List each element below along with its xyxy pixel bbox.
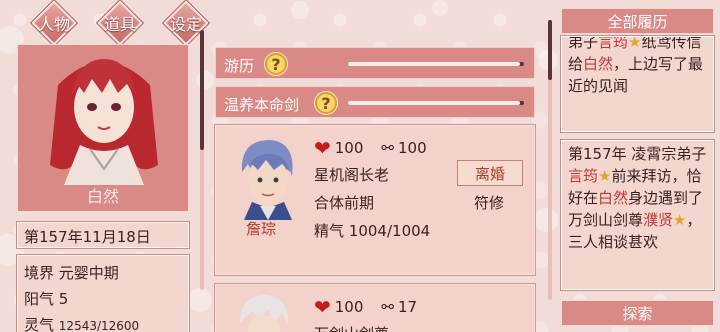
affection-value: 100 — [334, 139, 364, 157]
jing-label: 精气 — [314, 222, 345, 240]
log-entry: 弟子言筠★纸鸢传信给白然，上边写了最近的见闻 — [561, 36, 714, 132]
highlighted-name: 白然 — [583, 55, 614, 73]
partner-card[interactable]: ❤ 100 ⚯ 17 万剑山剑尊 — [215, 284, 535, 332]
yang-value: 5 — [58, 290, 69, 308]
log-entry-text: 第157年 凌霄宗弟子言筠★前来拜访，恰好在白然身边遇到了万剑山剑尊濮贤★，三人… — [568, 143, 707, 253]
explore-button[interactable]: 探索 — [561, 300, 714, 326]
partner-jing-row: 精气 1004/1004 — [314, 220, 430, 241]
highlighted-name: 言筠 — [568, 167, 599, 185]
heart-icon: ❤ — [314, 136, 331, 160]
activity-progress-fill — [348, 101, 521, 105]
current-date: 第157年11月18日 — [24, 228, 151, 246]
bond-ring-icon: ⚯ — [381, 298, 394, 316]
log-scrollbar-thumb[interactable] — [548, 20, 552, 80]
star-icon: ★ — [628, 36, 642, 51]
stats-panel: 境界 元婴中期 阳气 5 灵气 12543/12600 — [17, 255, 189, 332]
middle-scrollbar-thumb[interactable] — [200, 30, 204, 150]
activity-row-sword[interactable]: 温养本命剑 ? — [215, 86, 535, 118]
partner-portrait-image — [241, 140, 293, 220]
realm-label: 境界 — [24, 264, 55, 282]
character-name: 白然 — [86, 187, 119, 206]
activity-progress-track — [348, 101, 524, 105]
tab-settings-label: 设定 — [169, 15, 202, 34]
star-icon: ★ — [598, 167, 612, 185]
tab-character-label: 人物 — [37, 15, 70, 34]
log-entry-text: 弟子言筠★纸鸢传信给白然，上边写了最近的见闻 — [568, 36, 707, 97]
affection-row: ❤ 100 ⚯ 100 — [314, 136, 427, 160]
tab-character[interactable]: 人物 — [26, 0, 82, 46]
yang-row: 阳气 5 — [24, 288, 68, 309]
character-portrait[interactable]: 白然 — [17, 44, 189, 212]
partner-portrait-image — [240, 295, 289, 332]
activity-row-travel[interactable]: 游历 ? — [215, 47, 535, 79]
activity-progress-track — [348, 62, 524, 66]
realm-value: 元婴中期 — [58, 264, 119, 282]
tab-items[interactable]: 道具 — [92, 0, 148, 46]
highlighted-name: 言筠 — [598, 36, 629, 51]
activity-progress-fill — [348, 62, 521, 66]
partner-realm: 合体前期 — [314, 194, 375, 212]
date-panel: 第157年11月18日 — [17, 222, 189, 248]
partner-title: 万剑山剑尊 — [314, 323, 389, 332]
help-icon[interactable]: ? — [314, 91, 338, 115]
help-icon[interactable]: ? — [264, 52, 288, 76]
jing-value: 1004/1004 — [348, 222, 431, 240]
star-icon: ★ — [673, 211, 687, 229]
highlighted-name: 濮贤 — [643, 211, 674, 229]
heart-icon: ❤ — [314, 295, 331, 319]
partner-name: 詹琮 — [246, 220, 277, 238]
highlighted-name: 白然 — [598, 189, 629, 207]
bond-value: 100 — [397, 139, 427, 157]
ling-label: 灵气 — [24, 316, 55, 332]
affection-row: ❤ 100 ⚯ 17 — [314, 295, 417, 319]
log-text: 第157年 凌霄宗弟子 — [568, 145, 707, 163]
tab-items-label: 道具 — [103, 15, 136, 34]
history-all-button[interactable]: 全部履历 — [561, 8, 714, 34]
affection-value: 100 — [334, 298, 364, 316]
log-text: 弟子 — [568, 36, 599, 51]
bond-value: 17 — [397, 298, 418, 316]
ling-row: 灵气 12543/12600 — [24, 314, 139, 332]
ling-value: 12543/12600 — [58, 319, 140, 332]
divorce-button[interactable]: 离婚 — [457, 160, 523, 186]
character-portrait-image — [50, 59, 158, 185]
partner-title: 星机阁长老 — [314, 166, 390, 184]
partner-card[interactable]: 詹琮 ❤ 100 ⚯ 100 星机阁长老 合体前期 精气 1004/1004 符… — [215, 125, 535, 275]
realm-row: 境界 元婴中期 — [24, 262, 119, 283]
partner-role: 符修 — [474, 194, 505, 212]
yang-label: 阳气 — [24, 290, 55, 308]
log-entry: 第157年 凌霄宗弟子言筠★前来拜访，恰好在白然身边遇到了万剑山剑尊濮贤★，三人… — [561, 140, 714, 290]
activity-label: 温养本命剑 — [224, 96, 300, 114]
bond-ring-icon: ⚯ — [381, 139, 394, 157]
tab-settings[interactable]: 设定 — [158, 0, 214, 46]
activity-label: 游历 — [224, 57, 255, 75]
